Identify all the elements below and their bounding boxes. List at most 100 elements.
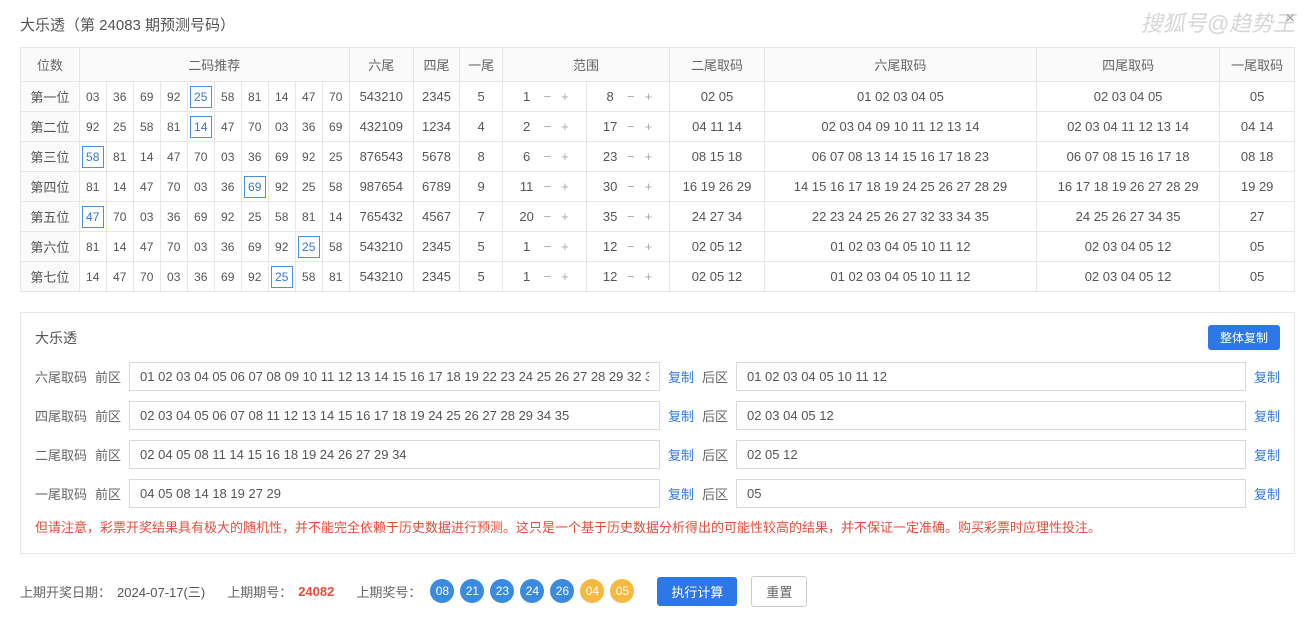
code-cell[interactable]: 69 <box>268 142 295 172</box>
code-cell[interactable]: 36 <box>106 82 133 112</box>
code-cell[interactable]: 47 <box>295 82 322 112</box>
minus-icon[interactable]: − <box>624 149 638 164</box>
plus-icon[interactable]: + <box>641 149 655 164</box>
code-cell[interactable]: 58 <box>322 232 349 262</box>
front-input[interactable] <box>129 479 660 508</box>
code-cell[interactable]: 14 <box>133 142 160 172</box>
code-cell[interactable]: 58 <box>268 202 295 232</box>
code-cell[interactable]: 47 <box>133 172 160 202</box>
code-cell[interactable]: 25 <box>241 202 268 232</box>
minus-icon[interactable]: − <box>540 239 554 254</box>
minus-icon[interactable]: − <box>540 89 554 104</box>
minus-icon[interactable]: − <box>624 119 638 134</box>
minus-icon[interactable]: − <box>624 209 638 224</box>
copy-button[interactable]: 复制 <box>1254 367 1280 386</box>
plus-icon[interactable]: + <box>558 149 572 164</box>
back-input[interactable] <box>736 479 1246 508</box>
code-cell[interactable]: 69 <box>214 262 241 292</box>
code-cell[interactable]: 92 <box>241 262 268 292</box>
close-icon[interactable]: × <box>1286 10 1295 28</box>
code-cell[interactable]: 92 <box>214 202 241 232</box>
plus-icon[interactable]: + <box>558 209 572 224</box>
copy-button[interactable]: 复制 <box>1254 484 1280 503</box>
code-cell[interactable]: 14 <box>322 202 349 232</box>
code-cell[interactable]: 47 <box>133 232 160 262</box>
code-cell[interactable]: 03 <box>187 232 214 262</box>
code-cell[interactable]: 36 <box>295 112 322 142</box>
code-cell[interactable]: 58 <box>295 262 322 292</box>
plus-icon[interactable]: + <box>558 179 572 194</box>
plus-icon[interactable]: + <box>641 239 655 254</box>
code-cell[interactable]: 70 <box>241 112 268 142</box>
back-input[interactable] <box>736 440 1246 469</box>
copy-button[interactable]: 复制 <box>668 406 694 425</box>
code-cell[interactable]: 81 <box>322 262 349 292</box>
code-cell[interactable]: 36 <box>241 142 268 172</box>
code-cell[interactable]: 70 <box>322 82 349 112</box>
code-cell[interactable]: 69 <box>133 82 160 112</box>
plus-icon[interactable]: + <box>641 209 655 224</box>
minus-icon[interactable]: − <box>540 179 554 194</box>
copy-all-button[interactable]: 整体复制 <box>1208 325 1280 350</box>
code-cell[interactable]: 14 <box>187 112 214 142</box>
code-cell[interactable]: 70 <box>160 232 187 262</box>
code-cell[interactable]: 81 <box>106 142 133 172</box>
code-cell[interactable]: 36 <box>187 262 214 292</box>
minus-icon[interactable]: − <box>540 149 554 164</box>
code-cell[interactable]: 25 <box>106 112 133 142</box>
code-cell[interactable]: 14 <box>268 82 295 112</box>
code-cell[interactable]: 25 <box>295 232 322 262</box>
code-cell[interactable]: 92 <box>295 142 322 172</box>
copy-button[interactable]: 复制 <box>668 484 694 503</box>
execute-button[interactable]: 执行计算 <box>657 577 737 606</box>
code-cell[interactable]: 47 <box>160 142 187 172</box>
minus-icon[interactable]: − <box>540 209 554 224</box>
code-cell[interactable]: 92 <box>268 232 295 262</box>
plus-icon[interactable]: + <box>558 239 572 254</box>
minus-icon[interactable]: − <box>624 89 638 104</box>
plus-icon[interactable]: + <box>558 119 572 134</box>
code-cell[interactable]: 03 <box>214 142 241 172</box>
plus-icon[interactable]: + <box>641 269 655 284</box>
copy-button[interactable]: 复制 <box>1254 445 1280 464</box>
code-cell[interactable]: 36 <box>214 232 241 262</box>
code-cell[interactable]: 14 <box>106 232 133 262</box>
code-cell[interactable]: 69 <box>241 232 268 262</box>
code-cell[interactable]: 25 <box>295 172 322 202</box>
code-cell[interactable]: 69 <box>241 172 268 202</box>
code-cell[interactable]: 70 <box>187 142 214 172</box>
code-cell[interactable]: 03 <box>268 112 295 142</box>
code-cell[interactable]: 03 <box>187 172 214 202</box>
plus-icon[interactable]: + <box>641 179 655 194</box>
code-cell[interactable]: 14 <box>106 172 133 202</box>
code-cell[interactable]: 36 <box>214 172 241 202</box>
code-cell[interactable]: 25 <box>268 262 295 292</box>
copy-button[interactable]: 复制 <box>668 367 694 386</box>
code-cell[interactable]: 03 <box>160 262 187 292</box>
code-cell[interactable]: 58 <box>322 172 349 202</box>
code-cell[interactable]: 69 <box>187 202 214 232</box>
code-cell[interactable]: 81 <box>241 82 268 112</box>
code-cell[interactable]: 58 <box>214 82 241 112</box>
reset-button[interactable]: 重置 <box>751 576 807 607</box>
front-input[interactable] <box>129 401 660 430</box>
plus-icon[interactable]: + <box>558 89 572 104</box>
code-cell[interactable]: 36 <box>160 202 187 232</box>
code-cell[interactable]: 70 <box>160 172 187 202</box>
back-input[interactable] <box>736 401 1246 430</box>
code-cell[interactable]: 81 <box>79 232 106 262</box>
code-cell[interactable]: 58 <box>133 112 160 142</box>
code-cell[interactable]: 92 <box>79 112 106 142</box>
code-cell[interactable]: 14 <box>79 262 106 292</box>
code-cell[interactable]: 25 <box>322 142 349 172</box>
front-input[interactable] <box>129 362 660 391</box>
plus-icon[interactable]: + <box>641 119 655 134</box>
code-cell[interactable]: 03 <box>133 202 160 232</box>
code-cell[interactable]: 69 <box>322 112 349 142</box>
back-input[interactable] <box>736 362 1246 391</box>
code-cell[interactable]: 81 <box>160 112 187 142</box>
minus-icon[interactable]: − <box>540 269 554 284</box>
minus-icon[interactable]: − <box>624 269 638 284</box>
code-cell[interactable]: 70 <box>133 262 160 292</box>
front-input[interactable] <box>129 440 660 469</box>
